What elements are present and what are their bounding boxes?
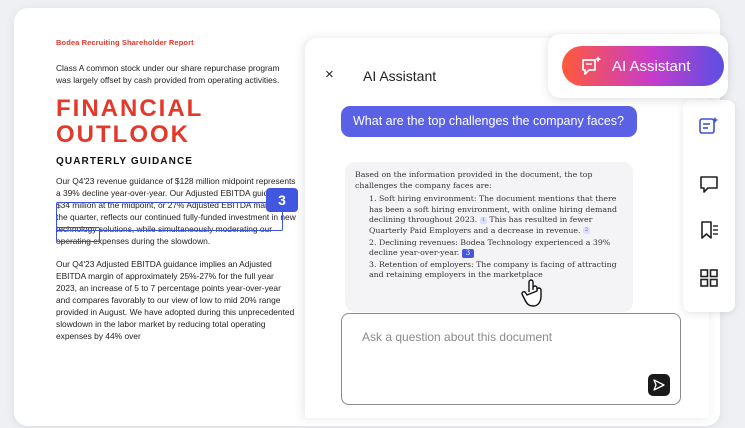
close-icon[interactable]: × bbox=[325, 66, 334, 83]
grid-apps-icon bbox=[700, 269, 718, 287]
rail-button-comments[interactable] bbox=[697, 172, 721, 196]
rail-button-bookmarks[interactable] bbox=[697, 218, 721, 242]
list-item: 1. Soft hiring environment: The document… bbox=[369, 194, 618, 235]
ai-assistant-icon bbox=[582, 56, 602, 75]
send-button[interactable] bbox=[648, 374, 670, 396]
citation-badge[interactable]: 3 bbox=[266, 188, 298, 212]
rail-button-apps[interactable] bbox=[697, 266, 721, 290]
ai-assistant-pill-container: AI Assistant bbox=[548, 34, 728, 98]
document-page: Bodea Recruiting Shareholder Report Clas… bbox=[56, 38, 296, 342]
answer-intro: Based on the information provided in the… bbox=[355, 170, 593, 190]
comment-icon bbox=[700, 176, 718, 193]
rail-button-ai-summary[interactable] bbox=[697, 114, 721, 138]
citation-chip-active[interactable]: 3 bbox=[461, 248, 475, 258]
section-heading: QUARTERLY GUIDANCE bbox=[56, 156, 194, 167]
title-line-1: FINANCIAL bbox=[56, 95, 204, 122]
page-title: FINANCIAL OUTLOOK bbox=[56, 96, 296, 148]
list-item: 3. Retention of employers: The company i… bbox=[369, 259, 617, 280]
ai-summary-icon bbox=[699, 117, 718, 134]
ai-assistant-button[interactable]: AI Assistant bbox=[562, 46, 724, 86]
question-input-box bbox=[341, 313, 681, 405]
assistant-answer: Based on the information provided in the… bbox=[345, 162, 633, 312]
guidance-paragraph-2: Our Q4'23 Adjusted EBITDA guidance impli… bbox=[56, 259, 295, 341]
title-line-2: OUTLOOK bbox=[56, 121, 190, 148]
intro-paragraph: Class A common stock under our share rep… bbox=[56, 63, 280, 85]
document-header: Bodea Recruiting Shareholder Report bbox=[56, 38, 194, 47]
user-question-bubble: What are the top challenges the company … bbox=[341, 106, 637, 137]
send-icon bbox=[653, 379, 665, 391]
question-input[interactable] bbox=[360, 328, 634, 362]
right-tool-rail bbox=[683, 100, 735, 312]
ai-assistant-button-label: AI Assistant bbox=[612, 57, 691, 75]
panel-title: AI Assistant bbox=[363, 68, 437, 84]
citation-chip[interactable]: 1 bbox=[479, 216, 487, 224]
list-item: 2. Declining revenues: Bodea Technology … bbox=[369, 237, 611, 258]
citation-chip[interactable]: 2 bbox=[582, 227, 591, 235]
bookmark-list-icon bbox=[701, 221, 718, 239]
guidance-paragraph-1[interactable]: Our Q4'23 revenue guidance of $128 milli… bbox=[56, 175, 296, 247]
